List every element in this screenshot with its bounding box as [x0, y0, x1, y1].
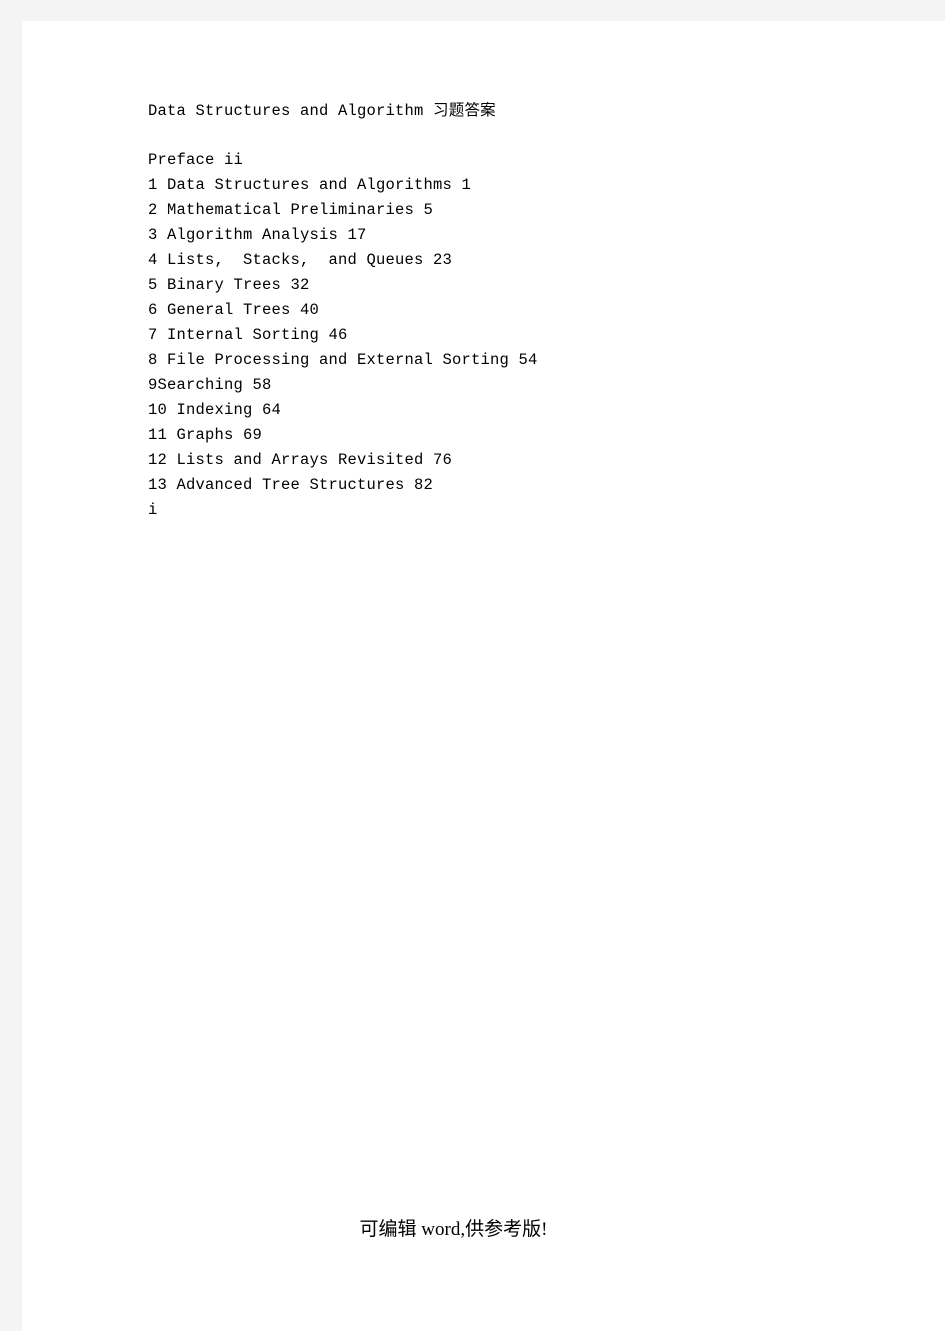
document-body: Data Structures and Algorithm 习题答案 Prefa…: [148, 99, 848, 523]
toc-entry: Preface ii: [148, 151, 244, 169]
toc-entry: 13 Advanced Tree Structures 82: [148, 476, 434, 494]
toc-entry: 6 General Trees 40: [148, 301, 320, 319]
scan-margin-left: [0, 0, 22, 1331]
toc-entry: 1 Data Structures and Algorithms 1: [148, 176, 472, 194]
document-page: Data Structures and Algorithm 习题答案 Prefa…: [0, 0, 945, 1337]
footer-text: 可编辑 word,供参考版!: [359, 1219, 548, 1240]
toc-entry: 7 Internal Sorting 46: [148, 326, 348, 344]
scan-margin-top: [0, 0, 945, 21]
toc-entry: 10 Indexing 64: [148, 401, 282, 419]
toc-entry: 5 Binary Trees 32: [148, 276, 310, 294]
page-number-roman: i: [148, 501, 158, 519]
toc-entry: 3 Algorithm Analysis 17: [148, 226, 367, 244]
toc-entry: 12 Lists and Arrays Revisited 76: [148, 451, 453, 469]
page-footer: 可编辑 word,供参考版!: [22, 1218, 945, 1242]
toc-entry: 4 Lists, Stacks, and Queues 23: [148, 251, 453, 269]
page-title: Data Structures and Algorithm 习题答案: [148, 102, 496, 120]
toc-entry: 8 File Processing and External Sorting 5…: [148, 351, 538, 369]
toc-entry: 2 Mathematical Preliminaries 5: [148, 201, 434, 219]
toc-entry: 9Searching 58: [148, 376, 272, 394]
table-of-contents: Preface ii 1 Data Structures and Algorit…: [148, 148, 848, 523]
toc-entry: 11 Graphs 69: [148, 426, 263, 444]
page-sheet: Data Structures and Algorithm 习题答案 Prefa…: [22, 21, 945, 1337]
